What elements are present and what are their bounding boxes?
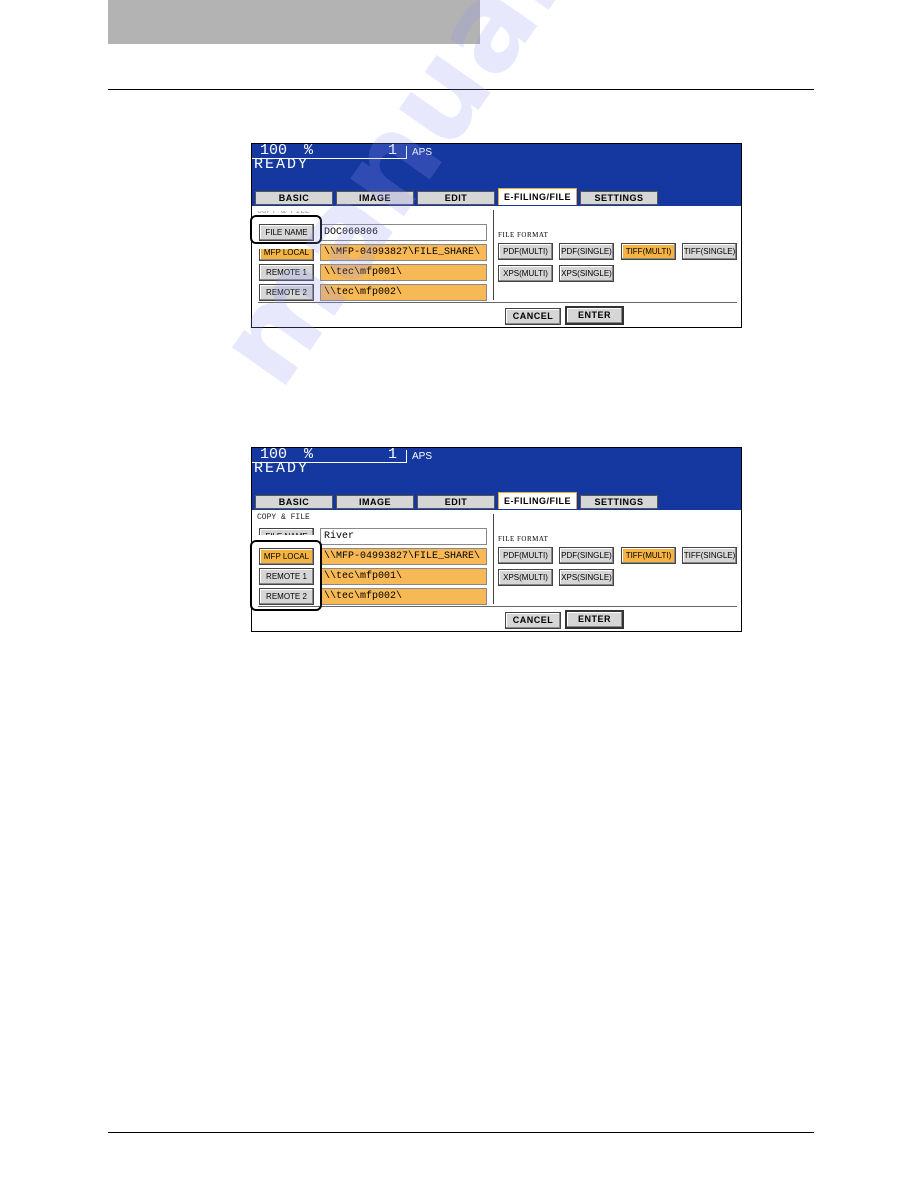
- status-divider: [406, 146, 407, 159]
- format-pdf-single-button[interactable]: PDF(SINGLE): [559, 547, 614, 564]
- touch-panel-screen-2: 100 % 1 APS READY BASIC IMAGE EDIT E-FIL…: [251, 447, 742, 632]
- mfp-local-path: \\MFP-04993827\FILE_SHARE\: [320, 548, 487, 565]
- file-name-field[interactable]: DOC060806: [320, 224, 487, 241]
- remote-1-button[interactable]: REMOTE 1: [259, 264, 314, 281]
- tab-basic[interactable]: BASIC: [255, 495, 333, 509]
- format-pdf-multi-button[interactable]: PDF(MULTI): [498, 243, 553, 260]
- tab-e-filing-file[interactable]: E-FILING/FILE: [498, 492, 577, 509]
- remote-2-button[interactable]: REMOTE 2: [259, 284, 314, 301]
- cancel-button[interactable]: CANCEL: [505, 612, 561, 629]
- tab-image[interactable]: IMAGE: [336, 495, 414, 509]
- enter-button[interactable]: ENTER: [565, 306, 624, 325]
- mfp-local-button[interactable]: MFP LOCAL: [259, 249, 314, 261]
- file-name-field[interactable]: River: [320, 528, 487, 545]
- format-tiff-multi-button[interactable]: TIFF(MULTI): [621, 547, 676, 564]
- status-divider: [406, 450, 407, 463]
- footer-divider: [258, 302, 737, 303]
- tab-bar: BASIC IMAGE EDIT E-FILING/FILE SETTINGS: [252, 188, 741, 206]
- enter-button[interactable]: ENTER: [565, 610, 624, 629]
- tab-settings[interactable]: SETTINGS: [580, 495, 658, 509]
- tab-bar: BASIC IMAGE EDIT E-FILING/FILE SETTINGS: [252, 492, 741, 510]
- touch-panel-screen-1: 100 % 1 APS READY BASIC IMAGE EDIT E-FIL…: [251, 143, 742, 328]
- footer-rule: [108, 1132, 814, 1133]
- format-pdf-single-button[interactable]: PDF(SINGLE): [559, 243, 614, 260]
- file-format-label: FILE FORMAT: [498, 231, 549, 239]
- cancel-button[interactable]: CANCEL: [505, 308, 561, 325]
- format-xps-single-button[interactable]: XPS(SINGLE): [559, 569, 614, 586]
- paper-select: APS: [412, 451, 433, 462]
- status-message: READY: [254, 460, 310, 477]
- header-rule: [108, 89, 814, 90]
- format-xps-multi-button[interactable]: XPS(MULTI): [498, 265, 553, 282]
- tab-basic[interactable]: BASIC: [255, 191, 333, 205]
- tab-image[interactable]: IMAGE: [336, 191, 414, 205]
- copy-count: 1: [388, 143, 398, 159]
- status-bar: 100 % 1 APS READY BASIC IMAGE EDIT E-FIL…: [252, 448, 741, 510]
- file-format-label: FILE FORMAT: [498, 535, 549, 543]
- remote-2-path: \\tec\mfp002\: [320, 284, 487, 301]
- remote-1-path: \\tec\mfp001\: [320, 264, 487, 281]
- tab-edit[interactable]: EDIT: [417, 191, 495, 205]
- tab-e-filing-file[interactable]: E-FILING/FILE: [498, 188, 577, 205]
- callout-highlight-destinations: [250, 540, 322, 611]
- chapter-header-bar: [108, 0, 480, 44]
- remote-1-path: \\tec\mfp001\: [320, 568, 487, 585]
- footer-divider: [258, 606, 737, 607]
- tab-edit[interactable]: EDIT: [417, 495, 495, 509]
- format-xps-single-button[interactable]: XPS(SINGLE): [559, 265, 614, 282]
- format-xps-multi-button[interactable]: XPS(MULTI): [498, 569, 553, 586]
- copy-count: 1: [388, 447, 398, 463]
- paper-select: APS: [412, 147, 433, 158]
- remote-2-path: \\tec\mfp002\: [320, 588, 487, 605]
- column-divider: [493, 514, 494, 604]
- status-message: READY: [254, 156, 310, 173]
- status-bar: 100 % 1 APS READY BASIC IMAGE EDIT E-FIL…: [252, 144, 741, 206]
- column-divider: [493, 210, 494, 300]
- section-label: COPY & FILE: [257, 513, 310, 522]
- format-pdf-multi-button[interactable]: PDF(MULTI): [498, 547, 553, 564]
- callout-highlight-file-name: [250, 215, 322, 244]
- mfp-local-path: \\MFP-04993827\FILE_SHARE\: [320, 244, 487, 261]
- format-tiff-multi-button[interactable]: TIFF(MULTI): [621, 243, 676, 260]
- format-tiff-single-button[interactable]: TIFF(SINGLE): [682, 243, 737, 260]
- tab-settings[interactable]: SETTINGS: [580, 191, 658, 205]
- format-tiff-single-button[interactable]: TIFF(SINGLE): [682, 547, 737, 564]
